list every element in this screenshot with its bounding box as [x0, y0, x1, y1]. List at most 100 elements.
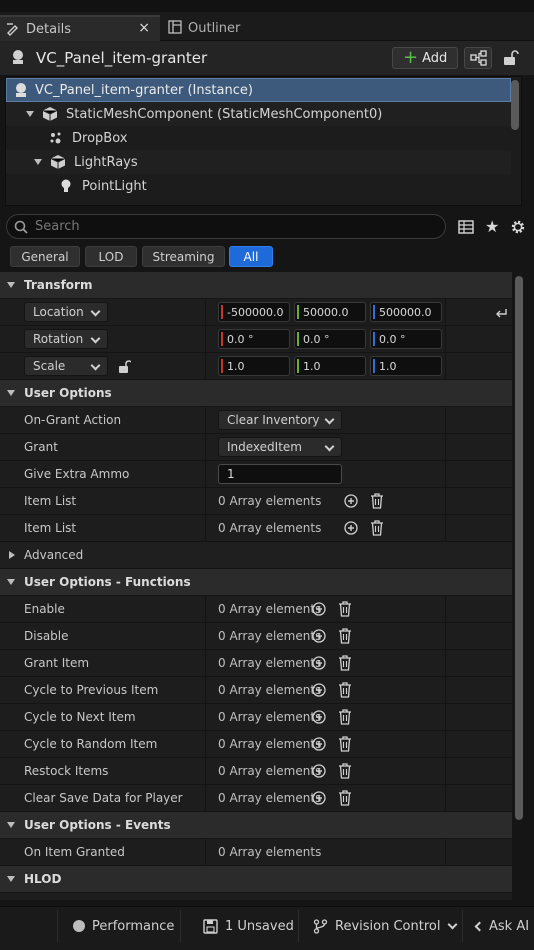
rotation-dropdown[interactable]: Rotation [24, 329, 108, 349]
tree-item-instance[interactable]: VC_Panel_item-granter (Instance) [6, 78, 511, 102]
tree-item-pointlight[interactable]: PointLight [6, 174, 511, 198]
column-divider [205, 623, 206, 650]
blueprint-button[interactable] [464, 47, 492, 69]
performance-button[interactable]: Performance [72, 906, 174, 946]
tree-item-dropbox[interactable]: DropBox [6, 126, 511, 150]
function-row: Restock Items 0 Array elements [0, 758, 512, 785]
tab-outliner[interactable]: Outliner [162, 15, 282, 41]
plus-circle-icon[interactable] [344, 494, 358, 508]
tree-item-lightrays[interactable]: LightRays [6, 150, 511, 174]
rotation-label: Rotation [33, 332, 84, 346]
plus-circle-icon[interactable] [312, 656, 326, 670]
section-hlod[interactable]: HLOD [0, 866, 512, 893]
rotation-y-field[interactable]: 0.0 ° [294, 329, 366, 349]
scale-x-field[interactable]: 1.0 [218, 356, 290, 376]
array-count: 0 Array elements [218, 521, 322, 535]
item-list-row: Item List 0 Array elements [0, 488, 512, 515]
location-z-field[interactable]: 500000.0 [370, 302, 442, 322]
location-label: Location [33, 305, 84, 319]
properties-scrollbar[interactable] [515, 276, 523, 820]
trash-icon[interactable] [370, 493, 384, 509]
trash-icon[interactable] [338, 601, 352, 617]
trash-icon[interactable] [338, 655, 352, 671]
tree-item-label: DropBox [72, 130, 128, 146]
plus-circle-icon[interactable] [312, 710, 326, 724]
location-dropdown[interactable]: Location [24, 302, 108, 322]
tree-scrollbar[interactable] [511, 80, 519, 130]
column-divider [205, 299, 206, 326]
advanced-row[interactable]: Advanced [0, 542, 512, 569]
x-axis-bar [221, 359, 223, 373]
plus-circle-icon[interactable] [312, 791, 326, 805]
plus-circle-icon[interactable] [312, 683, 326, 697]
dropdown-value: Clear Inventory [227, 413, 320, 427]
tree-item-label: StaticMeshComponent (StaticMeshComponent… [66, 106, 383, 122]
section-title: User Options [24, 386, 112, 400]
trash-icon[interactable] [338, 682, 352, 698]
plus-circle-icon[interactable] [312, 737, 326, 751]
column-divider [205, 704, 206, 731]
scale-z-field[interactable]: 1.0 [370, 356, 442, 376]
expand-arrow-icon[interactable] [34, 159, 42, 165]
filter-general-button[interactable]: General [10, 246, 80, 267]
lock-icon[interactable] [500, 48, 520, 68]
advanced-label: Advanced [24, 548, 84, 562]
trash-icon[interactable] [338, 763, 352, 779]
section-user-options-events[interactable]: User Options - Events [0, 812, 512, 839]
plus-circle-icon[interactable] [312, 764, 326, 778]
search-input[interactable]: Search [6, 214, 446, 239]
scale-dropdown[interactable]: Scale [24, 356, 108, 376]
trash-icon[interactable] [338, 709, 352, 725]
tree-item-static-mesh[interactable]: StaticMeshComponent (StaticMeshComponent… [6, 102, 511, 126]
column-divider [205, 461, 206, 488]
add-component-button[interactable]: + Add [392, 47, 458, 69]
function-row: Cycle to Random Item 0 Array elements [0, 731, 512, 758]
z-axis-bar [373, 359, 375, 373]
details-icon [7, 23, 18, 36]
grant-dropdown[interactable]: IndexedItem [218, 437, 342, 457]
property-label: Clear Save Data for Player [24, 791, 183, 805]
section-title: HLOD [24, 872, 62, 886]
item-list-row: Item List 0 Array elements [0, 515, 512, 542]
trash-icon[interactable] [338, 736, 352, 752]
rotation-z-field[interactable]: 0.0 ° [370, 329, 442, 349]
column-divider [445, 758, 446, 785]
column-divider [205, 731, 206, 758]
give-extra-ammo-field[interactable]: 1 [218, 464, 342, 484]
section-user-options[interactable]: User Options [0, 380, 512, 407]
scale-y-field[interactable]: 1.0 [294, 356, 366, 376]
revision-control-button[interactable]: Revision Control [313, 906, 458, 946]
plus-circle-icon[interactable] [312, 629, 326, 643]
plus-circle-icon[interactable] [312, 602, 326, 616]
status-divider [462, 910, 463, 942]
section-transform[interactable]: Transform [0, 272, 512, 299]
rotation-x-field[interactable]: 0.0 ° [218, 329, 290, 349]
column-divider [205, 434, 206, 461]
filter-all-button[interactable]: All [229, 246, 273, 267]
filter-lod-button[interactable]: LOD [85, 246, 137, 267]
star-icon[interactable]: ★ [485, 217, 499, 236]
unsaved-button[interactable]: 1 Unsaved [203, 906, 294, 946]
table-view-icon[interactable] [458, 219, 474, 235]
column-divider [445, 785, 446, 812]
filter-streaming-button[interactable]: Streaming [142, 246, 225, 267]
tab-details[interactable]: Details × [0, 15, 160, 41]
actor-name: VC_Panel_item-granter [36, 49, 208, 67]
location-x-field[interactable]: -500000.0 [218, 302, 290, 322]
gear-icon[interactable] [509, 218, 527, 236]
unlock-icon[interactable] [117, 358, 131, 374]
reset-arrow-icon[interactable] [494, 306, 508, 320]
trash-icon[interactable] [338, 628, 352, 644]
on-grant-action-dropdown[interactable]: Clear Inventory [218, 410, 342, 430]
ask-ai-button[interactable]: Ask AI [474, 906, 530, 946]
trash-icon[interactable] [370, 520, 384, 536]
section-user-options-functions[interactable]: User Options - Functions [0, 569, 512, 596]
property-label: Grant [24, 440, 58, 454]
close-tab-icon[interactable]: × [138, 20, 150, 36]
status-divider [298, 910, 299, 942]
expand-arrow-icon[interactable] [26, 111, 34, 117]
ask-ai-label: Ask AI [489, 918, 530, 934]
plus-circle-icon[interactable] [344, 521, 358, 535]
location-y-field[interactable]: 50000.0 [294, 302, 366, 322]
trash-icon[interactable] [338, 790, 352, 806]
